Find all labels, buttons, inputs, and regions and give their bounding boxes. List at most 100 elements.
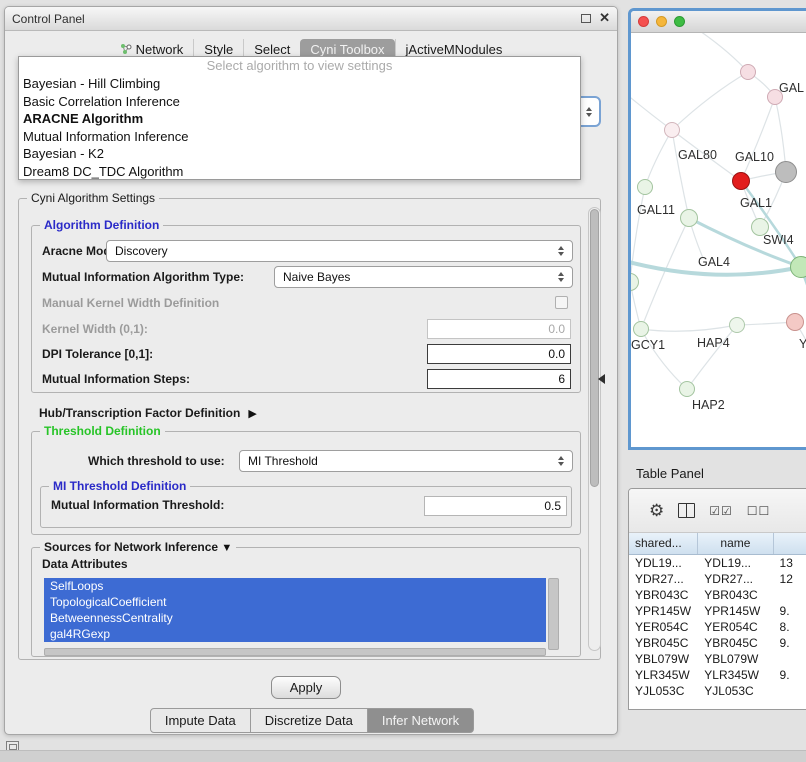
table-row[interactable]: YPR145WYPR145W9. (629, 603, 806, 619)
panel-collapse-arrow-icon[interactable] (598, 374, 605, 384)
table-cell: YJL053C (629, 683, 698, 699)
table-row[interactable]: YBL079WYBL079W (629, 651, 806, 667)
sources-group-title[interactable]: Sources for Network Inference ▼ (40, 540, 236, 554)
mi-threshold-group-title: MI Threshold Definition (49, 479, 190, 493)
aracne-mode-value: Discovery (115, 244, 168, 258)
threshold-definition-title: Threshold Definition (40, 424, 165, 438)
zoom-button[interactable] (674, 16, 685, 27)
table-row[interactable]: YLR345WYLR345W9. (629, 667, 806, 683)
mi-steps-field[interactable]: 6 (427, 369, 571, 389)
sources-group: Sources for Network Inference ▼ Data Att… (31, 547, 581, 657)
aracne-mode-combobox[interactable]: Discovery (106, 240, 573, 262)
control-panel-window: Control Panel ✕ Network Style Select Cyn… (4, 6, 618, 735)
table-cell: YBR043C (629, 587, 698, 603)
tab-impute-data[interactable]: Impute Data (150, 708, 251, 733)
mi-type-combobox[interactable]: Naive Bayes (274, 266, 573, 288)
table-cell: 13 (774, 555, 806, 571)
table-row[interactable]: YDL19...YDL19...13 (629, 555, 806, 571)
table-row[interactable]: YJL053CYJL053C (629, 683, 806, 699)
network-node[interactable] (732, 172, 750, 190)
tab-label: Select (254, 42, 290, 57)
tab-discretize-data[interactable]: Discretize Data (250, 708, 368, 733)
network-node[interactable] (664, 122, 680, 138)
network-node[interactable] (786, 313, 804, 331)
data-attribute-item[interactable]: BetweennessCentrality (44, 610, 546, 626)
network-node[interactable] (637, 179, 653, 195)
network-node[interactable] (679, 381, 695, 397)
table-row[interactable]: YBR045CYBR045C9. (629, 635, 806, 651)
network-node[interactable] (729, 317, 745, 333)
table-row[interactable]: YBR043CYBR043C (629, 587, 806, 603)
network-node-label: GAL4 (698, 255, 730, 269)
control-panel-titlebar[interactable]: Control Panel ✕ (5, 7, 617, 31)
table-cell: YLR345W (698, 667, 773, 683)
table-cell: YBR045C (698, 635, 773, 651)
table-cell (774, 651, 806, 667)
desktop: Control Panel ✕ Network Style Select Cyn… (0, 0, 806, 762)
mi-steps-label: Mutual Information Steps: (42, 368, 190, 390)
network-node-label: Y (799, 337, 806, 351)
settings-scrollbar[interactable] (588, 207, 601, 651)
window-title: Control Panel (12, 12, 85, 26)
restore-window-icon[interactable] (581, 14, 591, 23)
network-node[interactable] (680, 209, 698, 227)
tab-infer-network[interactable]: Infer Network (367, 708, 474, 733)
algorithm-option[interactable]: Basic Correlation Inference (19, 93, 580, 111)
algorithm-option[interactable]: Dream8 DC_TDC Algorithm (19, 163, 580, 181)
data-attribute-item[interactable]: gal4RGexp (44, 626, 546, 642)
network-window-titlebar[interactable] (631, 11, 806, 33)
network-node-label: SWI4 (763, 233, 794, 247)
table-cell: YBR045C (629, 635, 698, 651)
attributes-vertical-scrollbar[interactable] (548, 578, 559, 650)
columns-icon[interactable] (678, 503, 695, 518)
hub-transcription-section[interactable]: Hub/Transcription Factor Definition ▶ (39, 405, 257, 421)
attributes-horizontal-scrollbar[interactable] (44, 648, 546, 656)
algorithm-dropdown-popup: Select algorithm to view settings Bayesi… (18, 56, 581, 180)
tab-label: Cyni Toolbox (310, 42, 384, 57)
table-row[interactable]: YER054CYER054C8. (629, 619, 806, 635)
column-header-extra[interactable] (774, 533, 806, 554)
data-attribute-item[interactable]: SelfLoops (44, 578, 546, 594)
algorithm-definition-title: Algorithm Definition (40, 218, 163, 232)
algorithm-option[interactable]: Bayesian - K2 (19, 145, 580, 163)
network-view-window: GALGAL80GAL10GAL11GAL1SWI4GAL4GCY1HAP4YH… (628, 8, 806, 450)
dpi-tolerance-field[interactable]: 0.0 (427, 344, 571, 364)
which-threshold-combobox[interactable]: MI Threshold (239, 450, 573, 472)
algorithm-option[interactable]: Mutual Information Inference (19, 128, 580, 146)
algorithm-option[interactable]: ARACNE Algorithm (19, 110, 580, 128)
network-node[interactable] (633, 321, 649, 337)
select-checked-icon[interactable]: ☑☑ (709, 504, 733, 518)
select-unchecked-icon[interactable]: ☐☐ (747, 504, 771, 518)
network-node[interactable] (740, 64, 756, 80)
data-attribute-item[interactable]: TopologicalCoefficient (44, 594, 546, 610)
table-cell: YDL19... (629, 555, 698, 571)
table-cell: YPR145W (698, 603, 773, 619)
close-window-icon[interactable]: ✕ (599, 11, 610, 25)
minimize-button[interactable] (656, 16, 667, 27)
table-body: YDL19...YDL19...13YDR27...YDR27...12YBR0… (629, 555, 806, 699)
network-node[interactable] (790, 256, 806, 278)
apply-button[interactable]: Apply (271, 676, 341, 699)
combo-stepper-icon (586, 107, 592, 117)
column-header-name[interactable]: name (698, 533, 773, 554)
hub-section-label: Hub/Transcription Factor Definition (39, 405, 240, 421)
network-node[interactable] (775, 161, 797, 183)
settings-scrollbar-thumb[interactable] (590, 209, 599, 487)
manual-kernel-checkbox[interactable] (555, 296, 568, 309)
gear-icon[interactable]: ⚙ (649, 502, 664, 519)
kernel-width-field[interactable]: 0.0 (427, 319, 571, 339)
combo-stepper-icon (558, 272, 564, 282)
table-row[interactable]: YDR27...YDR27...12 (629, 571, 806, 587)
collapsed-arrow-icon[interactable]: ▶ (248, 407, 256, 420)
expanded-arrow-icon[interactable]: ▼ (221, 542, 232, 554)
table-cell: YJL053C (698, 683, 773, 699)
network-canvas[interactable]: GALGAL80GAL10GAL11GAL1SWI4GAL4GCY1HAP4YH… (631, 33, 806, 447)
table-cell: YDL19... (698, 555, 773, 571)
close-button[interactable] (638, 16, 649, 27)
column-header-shared-name[interactable]: shared... (629, 533, 698, 554)
mi-threshold-field[interactable]: 0.5 (424, 496, 567, 516)
table-cell: 8. (774, 619, 806, 635)
table-cell: YBR043C (698, 587, 773, 603)
table-cell: YER054C (698, 619, 773, 635)
algorithm-option[interactable]: Bayesian - Hill Climbing (19, 75, 580, 93)
